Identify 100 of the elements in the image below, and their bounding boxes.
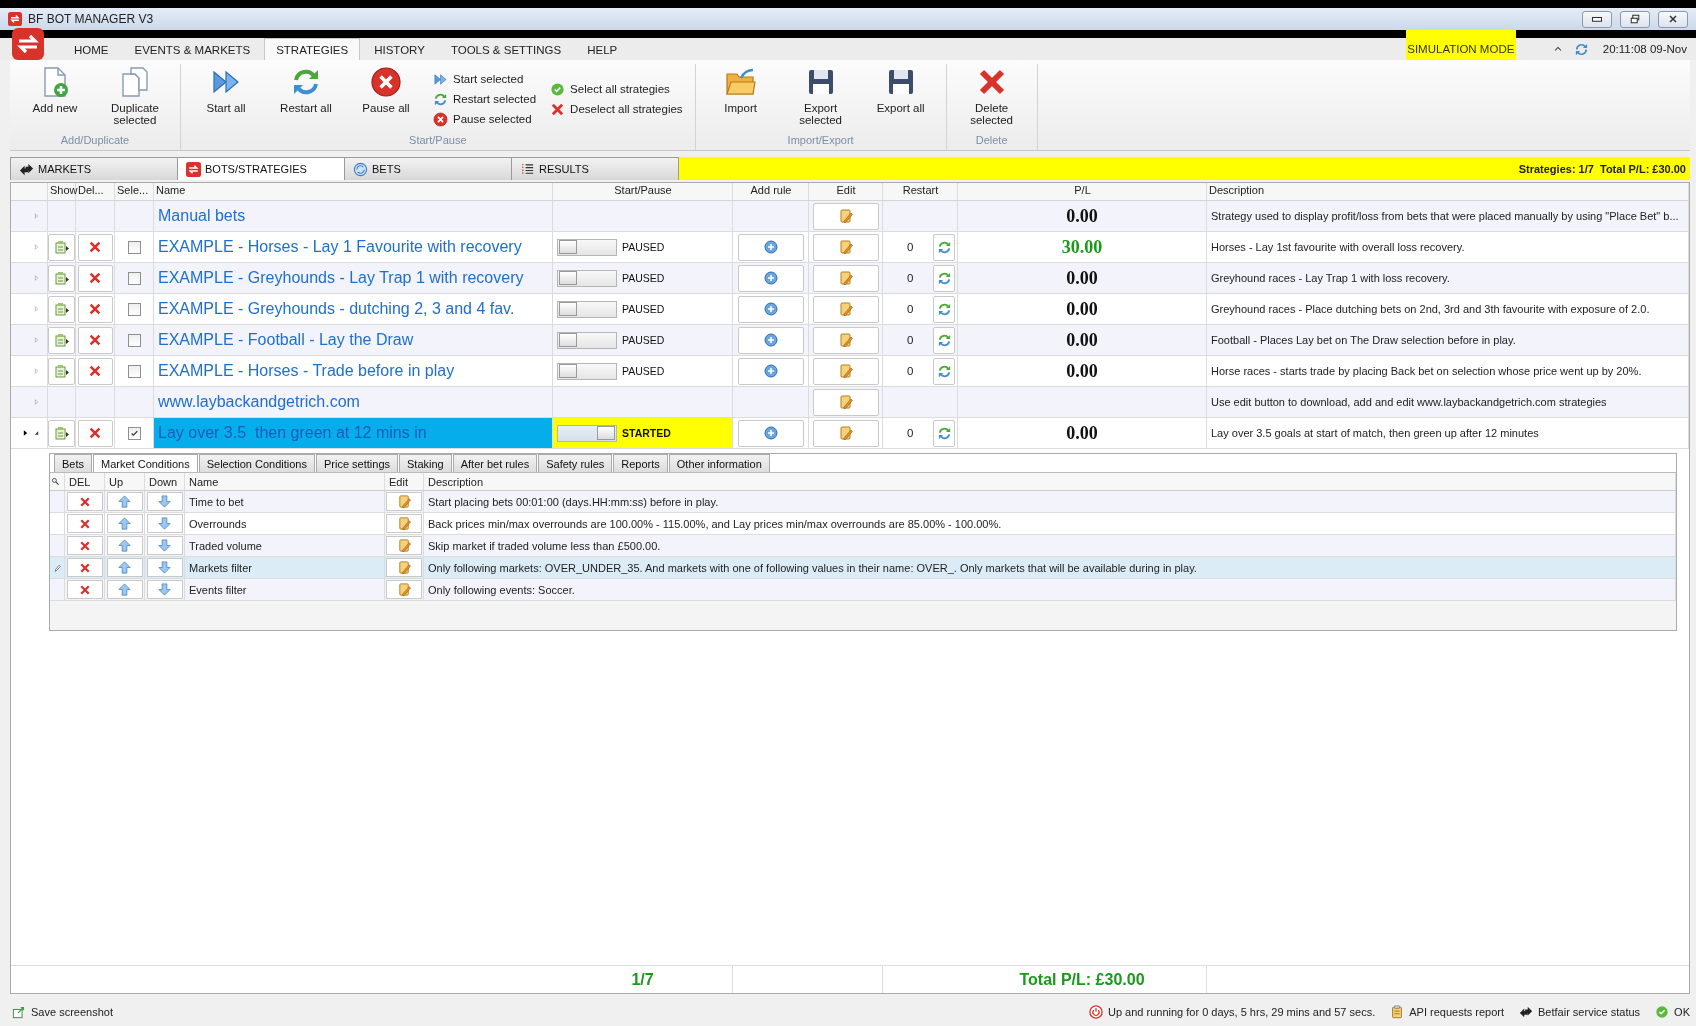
app-logo-icon[interactable]: [10, 28, 46, 60]
rule-tab[interactable]: Staking: [399, 454, 452, 472]
delete-button[interactable]: [77, 233, 113, 261]
show-button[interactable]: [48, 233, 75, 261]
rule-tab[interactable]: Other information: [668, 454, 770, 472]
edit-button[interactable]: [812, 202, 879, 230]
add-rule-button[interactable]: [737, 419, 804, 447]
rule-tab[interactable]: Market Conditions: [93, 454, 198, 472]
search-icon[interactable]: [51, 477, 60, 486]
checkbox[interactable]: [127, 271, 141, 285]
add-rule-button[interactable]: [737, 233, 804, 261]
strategy-name[interactable]: Manual bets: [154, 201, 553, 231]
restart-button[interactable]: [933, 419, 955, 447]
edit-button[interactable]: [386, 580, 422, 599]
view-tab[interactable]: RESULTS: [511, 157, 679, 180]
checkbox[interactable]: [127, 240, 141, 254]
move-up-button[interactable]: [106, 580, 143, 599]
edit-button[interactable]: [812, 264, 879, 292]
move-up-button[interactable]: [106, 558, 143, 577]
edit-button[interactable]: [386, 558, 422, 577]
ribbon-button[interactable]: Export all: [861, 64, 940, 134]
checkbox[interactable]: [127, 333, 141, 347]
edit-button[interactable]: [386, 492, 422, 511]
edit-button[interactable]: [812, 326, 879, 354]
delete-button[interactable]: [77, 326, 113, 354]
rule-tab[interactable]: Safety rules: [538, 454, 613, 472]
rule-tab[interactable]: Reports: [613, 454, 668, 472]
restore-button[interactable]: [1620, 10, 1650, 28]
checkbox[interactable]: [127, 364, 141, 378]
show-button[interactable]: [48, 419, 75, 447]
delete-button[interactable]: [77, 295, 113, 323]
edit-button[interactable]: [812, 295, 879, 323]
delete-button[interactable]: [66, 580, 103, 599]
ribbon-button[interactable]: Add new: [16, 64, 94, 134]
show-button[interactable]: [48, 295, 75, 323]
delete-button[interactable]: [66, 492, 103, 511]
strategy-name[interactable]: EXAMPLE - Horses - Trade before in play: [154, 356, 553, 386]
rule-tab[interactable]: Selection Conditions: [198, 454, 315, 472]
ribbon-button[interactable]: Start selected: [433, 71, 537, 87]
ribbon-button[interactable]: Import: [701, 64, 780, 134]
strategy-name[interactable]: EXAMPLE - Greyhounds - Lay Trap 1 with recovery: [154, 263, 553, 293]
toggle-switch[interactable]: [557, 362, 617, 380]
rule-tab[interactable]: Bets: [54, 454, 92, 472]
edit-button[interactable]: [812, 419, 879, 447]
ribbon-button[interactable]: Deselect all strategies: [550, 101, 683, 117]
ribbon-button[interactable]: Restart all: [267, 64, 345, 134]
add-rule-button[interactable]: [737, 357, 804, 385]
checkbox[interactable]: [127, 426, 141, 440]
ribbon-tab[interactable]: TOOLS & SETTINGS: [438, 38, 574, 60]
delete-button[interactable]: [66, 514, 103, 533]
toggle-switch[interactable]: [557, 238, 617, 256]
show-button[interactable]: [48, 264, 75, 292]
delete-button[interactable]: [77, 419, 113, 447]
ribbon-button[interactable]: Pause selected: [433, 111, 537, 127]
ribbon-tab[interactable]: HELP: [575, 38, 630, 60]
sync-icon[interactable]: [1573, 41, 1589, 57]
toggle-switch[interactable]: [557, 269, 617, 287]
move-down-button[interactable]: [146, 558, 183, 577]
close-button[interactable]: [1658, 10, 1688, 28]
ribbon-tab[interactable]: EVENTS & MARKETS: [122, 38, 263, 60]
edit-button[interactable]: [386, 536, 422, 555]
add-rule-button[interactable]: [737, 295, 804, 323]
ribbon-tab[interactable]: HISTORY: [362, 38, 437, 60]
strategy-name[interactable]: EXAMPLE - Greyhounds - dutching 2, 3 and 4 fav.: [154, 294, 553, 324]
show-button[interactable]: [48, 326, 75, 354]
show-button[interactable]: [48, 357, 75, 385]
ribbon-button[interactable]: Restart selected: [433, 91, 537, 107]
rule-tab[interactable]: Price settings: [315, 454, 398, 472]
strategy-name[interactable]: www.laybackandgetrich.com: [154, 387, 553, 417]
toggle-switch[interactable]: [557, 300, 617, 318]
restart-button[interactable]: [933, 357, 955, 385]
edit-button[interactable]: [812, 357, 879, 385]
rule-tab[interactable]: After bet rules: [452, 454, 538, 472]
restart-button[interactable]: [933, 295, 955, 323]
checkbox[interactable]: [127, 302, 141, 316]
toggle-switch[interactable]: [557, 424, 617, 442]
minimize-button[interactable]: [1582, 10, 1612, 28]
move-down-button[interactable]: [146, 536, 183, 555]
delete-button[interactable]: [66, 536, 103, 555]
restart-button[interactable]: [933, 233, 955, 261]
view-tab[interactable]: MARKETS: [10, 157, 178, 180]
edit-button[interactable]: [812, 388, 879, 416]
move-down-button[interactable]: [146, 492, 183, 511]
delete-button[interactable]: [77, 264, 113, 292]
strategy-name[interactable]: EXAMPLE - Horses - Lay 1 Favourite with recovery: [154, 232, 553, 262]
ribbon-button[interactable]: Export selected: [781, 64, 860, 134]
ribbon-tab[interactable]: HOME: [62, 38, 121, 60]
delete-button[interactable]: [77, 357, 113, 385]
status-item[interactable]: OK: [1674, 1006, 1690, 1018]
status-item[interactable]: API requests report: [1409, 1006, 1504, 1018]
strategy-name[interactable]: EXAMPLE - Football - Lay the Draw: [154, 325, 553, 355]
restart-button[interactable]: [933, 264, 955, 292]
ribbon-button[interactable]: Duplicate selected: [96, 64, 174, 134]
view-tab[interactable]: BOTS/STRATEGIES: [177, 157, 345, 180]
add-rule-button[interactable]: [737, 326, 804, 354]
ribbon-button[interactable]: Select all strategies: [550, 81, 683, 97]
add-rule-button[interactable]: [737, 264, 804, 292]
save-screenshot-link[interactable]: Save screenshot: [31, 1006, 113, 1018]
view-tab[interactable]: BETS: [344, 157, 512, 180]
move-up-button[interactable]: [106, 536, 143, 555]
